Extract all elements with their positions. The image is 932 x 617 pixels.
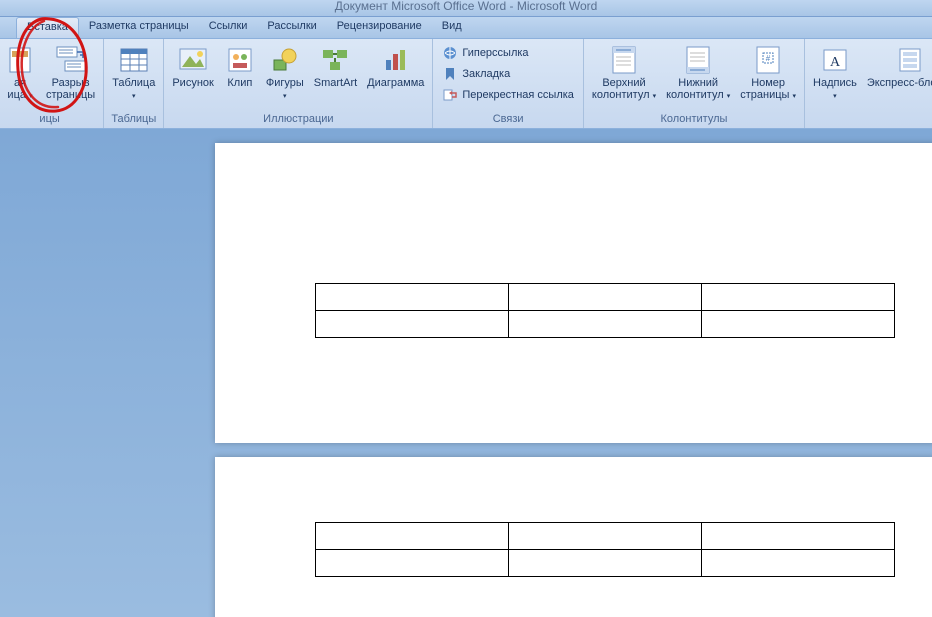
svg-text:#: # (766, 54, 771, 63)
textbox-button[interactable]: A Надпись▾ (809, 41, 861, 104)
crossref-icon (442, 87, 458, 103)
textbox-icon: A (819, 44, 851, 76)
cover-page-icon (4, 44, 36, 76)
picture-button[interactable]: Рисунок (168, 41, 218, 92)
pagenum-icon: # (752, 44, 784, 76)
pagenum-button[interactable]: # Номерстраницы ▾ (736, 41, 800, 104)
shapes-button[interactable]: Фигуры▾ (262, 41, 308, 104)
clip-icon (224, 44, 256, 76)
bookmark-button[interactable]: Закладка (437, 64, 579, 84)
group-pages-label: ицы (0, 112, 99, 127)
group-headerfooter: Верхнийколонтитул ▾ Нижнийколонтитул ▾ #… (584, 39, 805, 128)
group-links-label: Связи (437, 112, 579, 127)
tab-page-layout[interactable]: Разметка страницы (79, 17, 199, 38)
quickparts-button[interactable]: Экспресс-блоки ▾ (863, 41, 932, 92)
smartart-icon (319, 44, 351, 76)
group-pages: аяица ▾ Разрывстраницы ицы (0, 39, 104, 128)
table-row[interactable] (316, 550, 895, 577)
document-table-2[interactable] (315, 522, 895, 577)
ribbon-tabs: Вставка Разметка страницы Ссылки Рассылк… (0, 17, 932, 39)
picture-icon (177, 44, 209, 76)
app-title: Документ Microsoft Office Word - Microso… (335, 0, 598, 13)
group-text: A Надпись▾ Экспресс-блоки ▾ W W (805, 39, 932, 128)
chart-icon (380, 44, 412, 76)
group-tables: Таблица▾ Таблицы (104, 39, 164, 128)
document-area[interactable] (0, 129, 932, 617)
quickparts-icon (894, 44, 926, 76)
table-row[interactable] (316, 311, 895, 338)
group-tables-label: Таблицы (108, 112, 159, 127)
hyperlink-icon (442, 45, 458, 61)
tab-view[interactable]: Вид (432, 17, 472, 38)
group-links: Гиперссылка Закладка Перекрестная ссылка… (433, 39, 584, 128)
tab-references[interactable]: Ссылки (199, 17, 258, 38)
hyperlink-button[interactable]: Гиперссылка (437, 43, 579, 63)
document-table-1[interactable] (315, 283, 895, 338)
table-row[interactable] (316, 523, 895, 550)
table-row[interactable] (316, 284, 895, 311)
titlebar: Документ Microsoft Office Word - Microso… (0, 0, 932, 17)
group-illustrations: Рисунок Клип Фигуры▾ SmartArt (164, 39, 433, 128)
group-illustrations-label: Иллюстрации (168, 112, 428, 127)
table-button[interactable]: Таблица▾ (108, 41, 159, 104)
header-icon (608, 44, 640, 76)
document-page-1[interactable] (215, 143, 932, 443)
header-button[interactable]: Верхнийколонтитул ▾ (588, 41, 660, 104)
chart-button[interactable]: Диаграмма (363, 41, 428, 92)
page-break-button[interactable]: Разрывстраницы (42, 41, 99, 104)
clip-button[interactable]: Клип (220, 41, 260, 92)
footer-icon (682, 44, 714, 76)
footer-button[interactable]: Нижнийколонтитул ▾ (662, 41, 734, 104)
crossref-button[interactable]: Перекрестная ссылка (437, 85, 579, 105)
smartart-button[interactable]: SmartArt (310, 41, 361, 92)
cover-page-button[interactable]: аяица ▾ (0, 41, 40, 104)
bookmark-icon (442, 66, 458, 82)
group-text-label (809, 112, 932, 127)
group-headerfooter-label: Колонтитулы (588, 112, 800, 127)
tab-insert[interactable]: Вставка (16, 17, 79, 38)
svg-text:A: A (830, 55, 841, 70)
document-page-2[interactable] (215, 457, 932, 617)
page-break-icon (55, 44, 87, 76)
ribbon: аяица ▾ Разрывстраницы ицы (0, 39, 932, 129)
tab-review[interactable]: Рецензирование (327, 17, 432, 38)
shapes-icon (269, 44, 301, 76)
table-icon (118, 44, 150, 76)
tab-mailings[interactable]: Рассылки (257, 17, 326, 38)
